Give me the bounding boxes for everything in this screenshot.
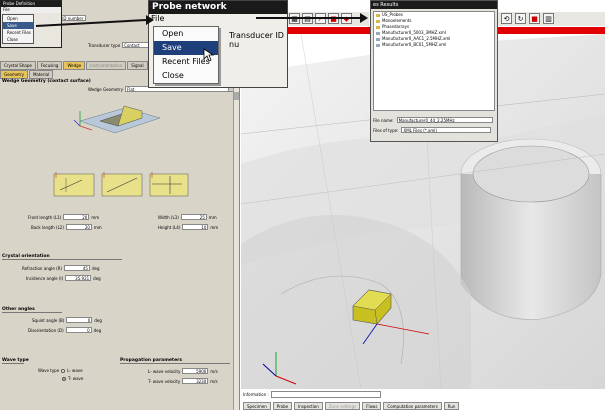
height-input[interactable]: 10 <box>182 224 209 230</box>
files-of-type-row: Files of type: XML Files (*.xml) <box>373 127 492 133</box>
t-wave-radio[interactable] <box>62 376 66 381</box>
front-length-label: Front length (L1) <box>28 214 62 220</box>
file-name-row: File name: Manufacturer0_44_2.25MHz <box>373 117 493 123</box>
files-of-type-select[interactable]: XML Files (*.xml) <box>401 127 492 133</box>
width-label: Width (L3) <box>158 214 179 220</box>
wedge-geometry-heading: Wedge Geometry (contact surface) <box>2 79 91 84</box>
l-velocity-input[interactable]: 5900 <box>182 368 209 374</box>
squint-label: Squint angle (B) <box>32 317 65 323</box>
wave-type-row: Wave type L- wave <box>38 368 83 373</box>
information-field[interactable] <box>270 391 381 398</box>
l-velocity-row: L- wave velocity 5900 m/s <box>148 368 218 374</box>
t-velocity-row: T- wave velocity 3230 m/s <box>148 378 218 384</box>
probe-tabs: Crystal Shape Focusing Wedge Instrumenta… <box>0 61 149 70</box>
wedge-geometry-label: Wedge Geometry <box>88 86 123 92</box>
propagation-divider <box>120 363 230 364</box>
wave-type-divider <box>2 363 24 364</box>
wave-type-label: Wave type <box>38 368 60 373</box>
t-wave-row: T- wave <box>62 376 83 381</box>
tab-material[interactable]: Material <box>28 70 54 79</box>
back-length-label: Back length (L2) <box>31 224 64 230</box>
tab-crystal-shape[interactable]: Crystal Shape <box>0 61 36 70</box>
width-row: Width (L3) 25 mm <box>158 214 217 220</box>
tab-probe[interactable]: Probe <box>272 402 293 410</box>
tab-geometry[interactable]: Geometry <box>0 70 28 79</box>
crystal-orientation-divider <box>2 259 122 260</box>
incidence-unit: deg <box>93 275 101 281</box>
panel-scrollbar-thumb[interactable] <box>234 92 239 100</box>
tab-instrumentation[interactable]: Instrumentation <box>86 61 127 70</box>
t-velocity-input[interactable]: 3230 <box>182 378 209 384</box>
l-velocity-unit: m/s <box>210 368 218 374</box>
tab-zone-settings[interactable]: Zone settings <box>324 402 361 410</box>
l-wave-label: L- wave <box>67 368 83 373</box>
t-velocity-unit: m/s <box>210 378 218 384</box>
callout-arrows <box>35 13 368 27</box>
wedge-subtabs: Geometry Material <box>0 70 54 79</box>
height-label: Height (L4) <box>158 224 181 230</box>
tab-signal[interactable]: Signal <box>127 61 148 70</box>
tab-wedge[interactable]: Wedge <box>63 61 86 70</box>
refraction-input[interactable]: 45 <box>63 265 90 271</box>
squint-unit: deg <box>94 317 102 323</box>
information-row: Information : <box>243 391 381 398</box>
l-wave-radio[interactable] <box>61 368 66 373</box>
t-wave-label: T- wave <box>68 376 84 381</box>
disorientation-label: Disorientation (D) <box>28 327 64 333</box>
menu-close[interactable]: Close <box>154 69 218 83</box>
tab-computation-parameters[interactable]: Computation parameters <box>383 402 442 410</box>
disorientation-unit: deg <box>93 327 102 333</box>
panel-scrollbar[interactable] <box>233 86 239 410</box>
l-velocity-label: L- wave velocity <box>148 368 181 374</box>
height-row: Height (L4) 10 mm <box>158 224 218 230</box>
wedge-3d-illustration <box>73 105 161 134</box>
squint-row: Squint angle (B) 0 deg <box>32 317 102 323</box>
tab-inspection[interactable]: Inspection <box>294 402 323 410</box>
t-velocity-label: T- wave velocity <box>148 378 181 384</box>
width-unit: mm <box>208 214 217 220</box>
files-of-type-label: Files of type: <box>373 127 399 133</box>
incidence-label: Incidence angle (I) <box>26 275 64 281</box>
file-name-input[interactable]: Manufacturer0_44_2.25MHz <box>396 117 493 123</box>
height-unit: mm <box>210 224 219 230</box>
squint-input[interactable]: 0 <box>66 317 93 323</box>
incidence-row: Incidence angle (I) 35.921 deg <box>26 275 101 281</box>
refraction-row: Refraction angle (R) 45 deg <box>22 265 100 271</box>
file-name-label: File name: <box>373 117 394 123</box>
tab-run[interactable]: Run <box>443 402 460 410</box>
back-length-input[interactable]: 20 <box>65 224 92 230</box>
refraction-unit: deg <box>91 265 100 271</box>
front-length-input[interactable]: 20 <box>63 214 90 220</box>
disorientation-input[interactable]: 0 <box>65 327 92 333</box>
other-angles-divider <box>2 312 62 313</box>
front-length-unit: mm <box>91 214 100 220</box>
incidence-input[interactable]: 35.921 <box>65 275 92 281</box>
workflow-tabs: Specimen Probe Inspection Zone settings … <box>243 402 460 410</box>
information-label: Information : <box>243 392 269 397</box>
disorientation-row: Disorientation (D) 0 deg <box>28 327 101 333</box>
wedge-views-diagram <box>53 172 189 197</box>
width-input[interactable]: 25 <box>180 214 207 220</box>
tab-focusing[interactable]: Focusing <box>36 61 63 70</box>
tab-flaws[interactable]: Flaws <box>362 402 382 410</box>
refraction-label: Refraction angle (R) <box>22 265 62 271</box>
back-length-row: Back length (L2) 20 mm <box>31 224 102 230</box>
front-length-row: Front length (L1) 20 mm <box>28 214 99 220</box>
back-length-unit: mm <box>93 224 102 230</box>
tab-specimen[interactable]: Specimen <box>243 402 271 410</box>
